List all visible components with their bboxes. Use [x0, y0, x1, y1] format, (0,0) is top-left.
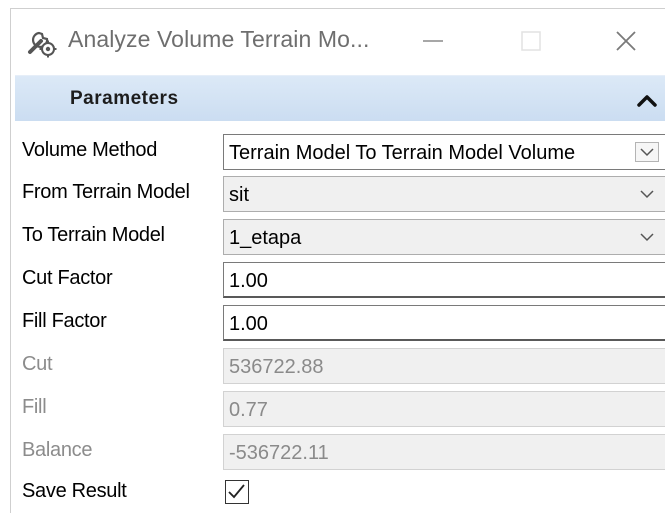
- row-volume-method: Volume Method Terrain Model To Terrain M…: [11, 131, 665, 174]
- close-button[interactable]: [606, 23, 646, 59]
- cut-factor-label: Cut Factor: [22, 267, 113, 289]
- chevron-down-icon[interactable]: [635, 184, 659, 204]
- maximize-button[interactable]: [511, 23, 551, 59]
- volume-method-label: Volume Method: [22, 139, 158, 161]
- cut-value: 536722.88: [229, 356, 324, 378]
- from-terrain-model-select[interactable]: sit: [223, 176, 665, 212]
- fill-factor-label: Fill Factor: [22, 310, 107, 332]
- save-result-label: Save Result: [22, 480, 127, 502]
- from-terrain-model-value: sit: [229, 184, 249, 206]
- checkmark-icon: [228, 484, 245, 499]
- fill-factor-input[interactable]: 1.00: [223, 305, 665, 341]
- fill-factor-value: 1.00: [229, 313, 268, 335]
- title-bar[interactable]: Analyze Volume Terrain Mo...: [11, 9, 665, 75]
- fill-value: 0.77: [229, 399, 268, 421]
- row-cut-factor: Cut Factor 1.00: [11, 259, 665, 302]
- row-save-result: Save Result: [11, 472, 665, 513]
- minimize-icon: [423, 40, 443, 42]
- cut-factor-value: 1.00: [229, 270, 268, 292]
- volume-method-value: Terrain Model To Terrain Model Volume: [229, 142, 576, 164]
- save-result-checkbox[interactable]: [225, 480, 249, 504]
- chevron-down-icon[interactable]: [635, 142, 659, 162]
- row-fill: Fill 0.77: [11, 388, 665, 431]
- fill-field: 0.77: [223, 391, 665, 427]
- parameters-section-header[interactable]: Parameters: [15, 75, 665, 121]
- row-fill-factor: Fill Factor 1.00: [11, 302, 665, 345]
- analyze-volume-dialog: Analyze Volume Terrain Mo... Parameters …: [10, 8, 665, 513]
- minimize-button[interactable]: [413, 23, 453, 59]
- window-title: Analyze Volume Terrain Mo...: [68, 26, 370, 52]
- cut-label: Cut: [22, 353, 53, 375]
- section-title: Parameters: [70, 88, 179, 109]
- balance-label: Balance: [22, 439, 93, 461]
- chevron-down-icon[interactable]: [635, 227, 659, 247]
- to-terrain-model-label: To Terrain Model: [22, 224, 165, 246]
- wrench-gear-icon: [25, 25, 59, 59]
- row-to-terrain-model: To Terrain Model 1_etapa: [11, 216, 665, 259]
- row-cut: Cut 536722.88: [11, 345, 665, 388]
- fill-label: Fill: [22, 396, 47, 418]
- maximize-icon: [521, 31, 541, 51]
- row-from-terrain-model: From Terrain Model sit: [11, 173, 665, 216]
- row-balance: Balance -536722.11: [11, 431, 665, 474]
- balance-value: -536722.11: [229, 442, 329, 464]
- balance-field: -536722.11: [223, 434, 665, 470]
- from-terrain-model-label: From Terrain Model: [22, 181, 190, 203]
- close-icon: [616, 31, 636, 51]
- cut-field: 536722.88: [223, 348, 665, 384]
- to-terrain-model-select[interactable]: 1_etapa: [223, 219, 665, 255]
- cut-factor-input[interactable]: 1.00: [223, 262, 665, 298]
- volume-method-select[interactable]: Terrain Model To Terrain Model Volume: [223, 134, 665, 170]
- to-terrain-model-value: 1_etapa: [229, 227, 302, 249]
- chevron-up-icon[interactable]: [635, 90, 659, 110]
